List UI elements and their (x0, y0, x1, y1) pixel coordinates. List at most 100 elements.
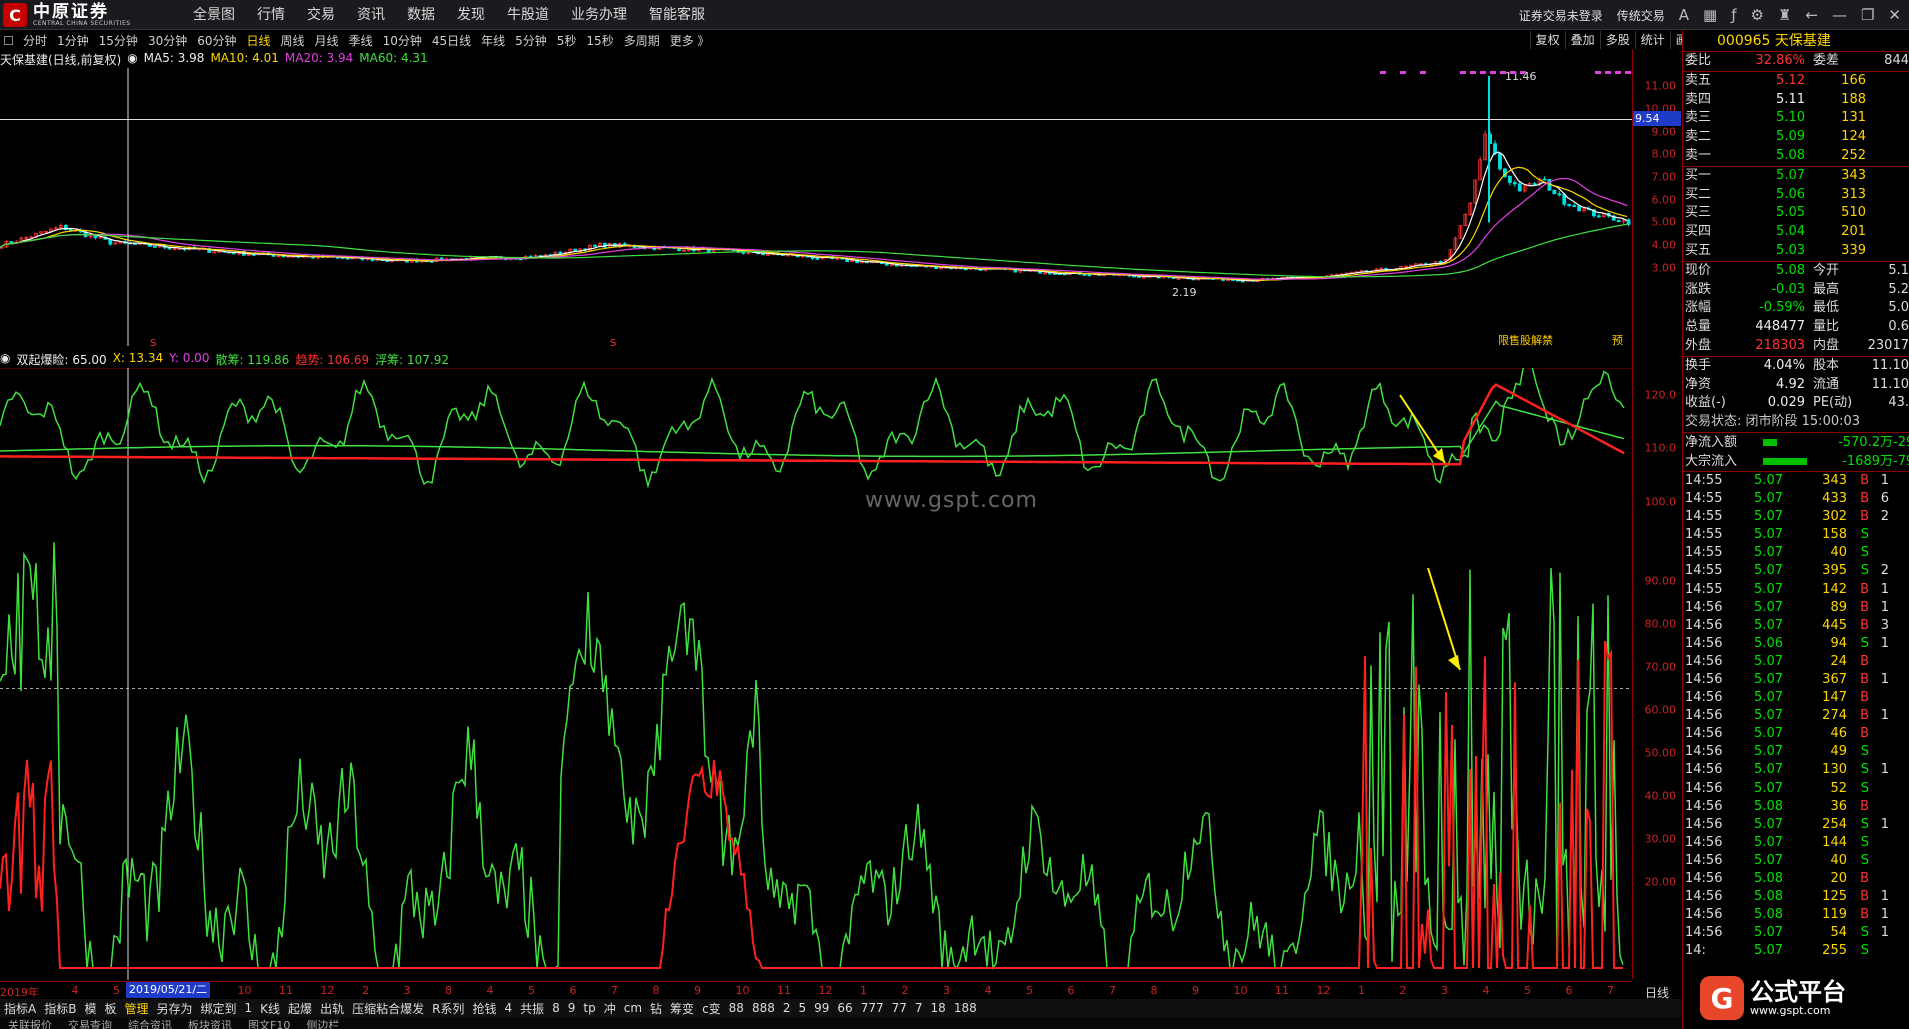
date-tick: 11 (279, 984, 293, 997)
indicator-tab[interactable]: 另存为 (153, 1000, 197, 1017)
menu-item[interactable]: 牛股道 (496, 0, 560, 30)
trade-mode-button[interactable]: 传统交易 (1617, 7, 1665, 24)
grid-icon[interactable]: ▦ (1703, 6, 1717, 24)
menu-item[interactable]: 数据 (396, 0, 446, 30)
period-tab[interactable]: 60分钟 (192, 32, 241, 49)
stat-value: 4.04% (1763, 357, 1805, 373)
tick-price: 5.07 (1754, 527, 1783, 543)
period-tab[interactable]: 1分钟 (52, 32, 94, 49)
indicator-tab[interactable]: R系列 (428, 1000, 468, 1017)
period-tab[interactable]: 多周期 (619, 32, 665, 49)
chart-button[interactable]: 复权 (1529, 31, 1565, 49)
indicator-tab[interactable]: 筹变 (666, 1000, 698, 1017)
indicator-tab[interactable]: 4 (500, 1001, 516, 1015)
indicator-tab[interactable]: K线 (256, 1000, 284, 1017)
bottom-tab[interactable]: 交易查询 (60, 1019, 120, 1029)
indicator-tab[interactable]: 99 (810, 1001, 833, 1015)
indicator-tab[interactable]: 2 (779, 1001, 795, 1015)
indicator-tab[interactable]: 9 (564, 1001, 580, 1015)
panel-toggle-icon[interactable] (4, 35, 13, 45)
period-tab[interactable]: 5分钟 (510, 32, 552, 49)
indicator-tab[interactable]: 66 (833, 1001, 856, 1015)
period-tab[interactable]: 周线 (276, 32, 310, 49)
restore-icon[interactable]: ❐ (1861, 6, 1874, 24)
kline-chart[interactable]: 11.462.19限售股解禁 预S S (0, 68, 1632, 346)
shirt-icon[interactable]: ♜ (1778, 6, 1791, 24)
indicator-tab[interactable]: 8 (548, 1001, 564, 1015)
indicator-tab[interactable]: 指标B (40, 1000, 80, 1017)
indicator-tab[interactable]: 18 (927, 1001, 950, 1015)
period-tab[interactable]: 年线 (476, 32, 510, 49)
menu-item[interactable]: 全景图 (182, 0, 246, 30)
indicator-tab[interactable]: 5 (795, 1001, 811, 1015)
menu-item[interactable]: 发现 (446, 0, 496, 30)
stat-label: 最低 (1813, 300, 1840, 316)
period-tab[interactable]: 5秒 (552, 32, 582, 49)
indicator-toggle-icon[interactable]: ◉ (0, 351, 10, 367)
chart-button[interactable]: 叠加 (1564, 31, 1600, 49)
menu-item[interactable]: 智能客服 (638, 0, 716, 30)
period-tab[interactable]: 更多 》 (665, 32, 715, 49)
indicator-tab[interactable]: 压缩粘合爆发 (348, 1000, 428, 1017)
indicator-tab[interactable]: 绑定到 (197, 1000, 241, 1017)
indicator-tab[interactable]: 1 (241, 1001, 257, 1015)
bottom-tab[interactable]: 图文F10 (240, 1019, 298, 1029)
chart-button[interactable]: 统计 (1634, 31, 1670, 49)
menu-item[interactable]: 业务办理 (560, 0, 638, 30)
indicator-tab[interactable]: tp (579, 1001, 599, 1015)
ma-toggle-icon[interactable]: ◉ (127, 51, 137, 67)
back-icon[interactable]: ← (1805, 6, 1818, 24)
indicator-tab[interactable]: 888 (748, 1001, 779, 1015)
formula-icon[interactable]: ƒ (1731, 6, 1736, 24)
indicator-tab[interactable]: 88 (725, 1001, 748, 1015)
period-tab[interactable]: 45日线 (427, 32, 476, 49)
close-icon[interactable]: ✕ (1888, 6, 1901, 24)
period-tab[interactable]: 15秒 (581, 32, 618, 49)
indicator-tab[interactable]: 77 (888, 1001, 911, 1015)
indicator-tab[interactable]: cm (620, 1001, 646, 1015)
bottom-tab[interactable]: 关联报价 (0, 1019, 60, 1029)
indicator-tab[interactable]: c变 (698, 1000, 725, 1017)
menu-item[interactable]: 行情 (246, 0, 296, 30)
period-tab[interactable]: 月线 (310, 32, 344, 49)
stat-label: 收益(-) (1685, 395, 1726, 411)
settings-icon[interactable]: ⚙ (1750, 6, 1763, 24)
login-status[interactable]: 证券交易未登录 (1519, 7, 1603, 24)
period-tab[interactable]: 30分钟 (143, 32, 192, 49)
tick-volume: 158 (1822, 527, 1847, 543)
indicator-tab[interactable]: 777 (857, 1001, 888, 1015)
indicator-tab[interactable]: 冲 (600, 1000, 620, 1017)
candle-body (1557, 193, 1562, 196)
chart-button[interactable]: 多股 (1599, 31, 1635, 49)
indicator-tab[interactable]: 共振 (516, 1000, 548, 1017)
indicator-tab[interactable]: 出轨 (316, 1000, 348, 1017)
font-size-icon[interactable]: A (1679, 6, 1689, 24)
stat-value: -0.03 (1771, 281, 1805, 297)
bottom-tab[interactable]: 板块资讯 (180, 1019, 240, 1029)
logo-text: 中原证券 (33, 1, 109, 22)
bottom-tab[interactable]: 综合资讯 (120, 1019, 180, 1029)
indicator-tab[interactable]: 7 (911, 1001, 927, 1015)
indicator-tab[interactable]: 模 (80, 1000, 100, 1017)
indicator-tab[interactable]: 管理 (120, 1000, 152, 1017)
signal-mark (1520, 71, 1526, 74)
period-tab[interactable]: 10分钟 (378, 32, 427, 49)
indicator-chart[interactable] (0, 368, 1632, 980)
minimize-icon[interactable]: — (1832, 6, 1847, 24)
indicator-tab[interactable]: 指标A (0, 1000, 40, 1017)
indicator-tab[interactable]: 起爆 (284, 1000, 316, 1017)
indicator-tab[interactable]: 钻 (646, 1000, 666, 1017)
quote-row: 卖四 5.11 188 (1683, 91, 1909, 110)
menu-item[interactable]: 交易 (296, 0, 346, 30)
period-tab[interactable]: 分时 (18, 32, 52, 49)
period-tab[interactable]: 15分钟 (94, 32, 143, 49)
menu-item[interactable]: 资讯 (346, 0, 396, 30)
indicator-tab[interactable]: 板 (100, 1000, 120, 1017)
indicator-tab[interactable]: 抢钱 (468, 1000, 500, 1017)
indicator-tab[interactable]: 188 (950, 1001, 981, 1015)
period-tab[interactable]: 季线 (344, 32, 378, 49)
bottom-tab[interactable]: 侧边栏 (298, 1019, 347, 1029)
stat-label: PE(动) (1813, 395, 1853, 411)
period-tab[interactable]: 日线 (242, 32, 276, 49)
ma10-label: MA10: 4.01 (210, 51, 279, 65)
